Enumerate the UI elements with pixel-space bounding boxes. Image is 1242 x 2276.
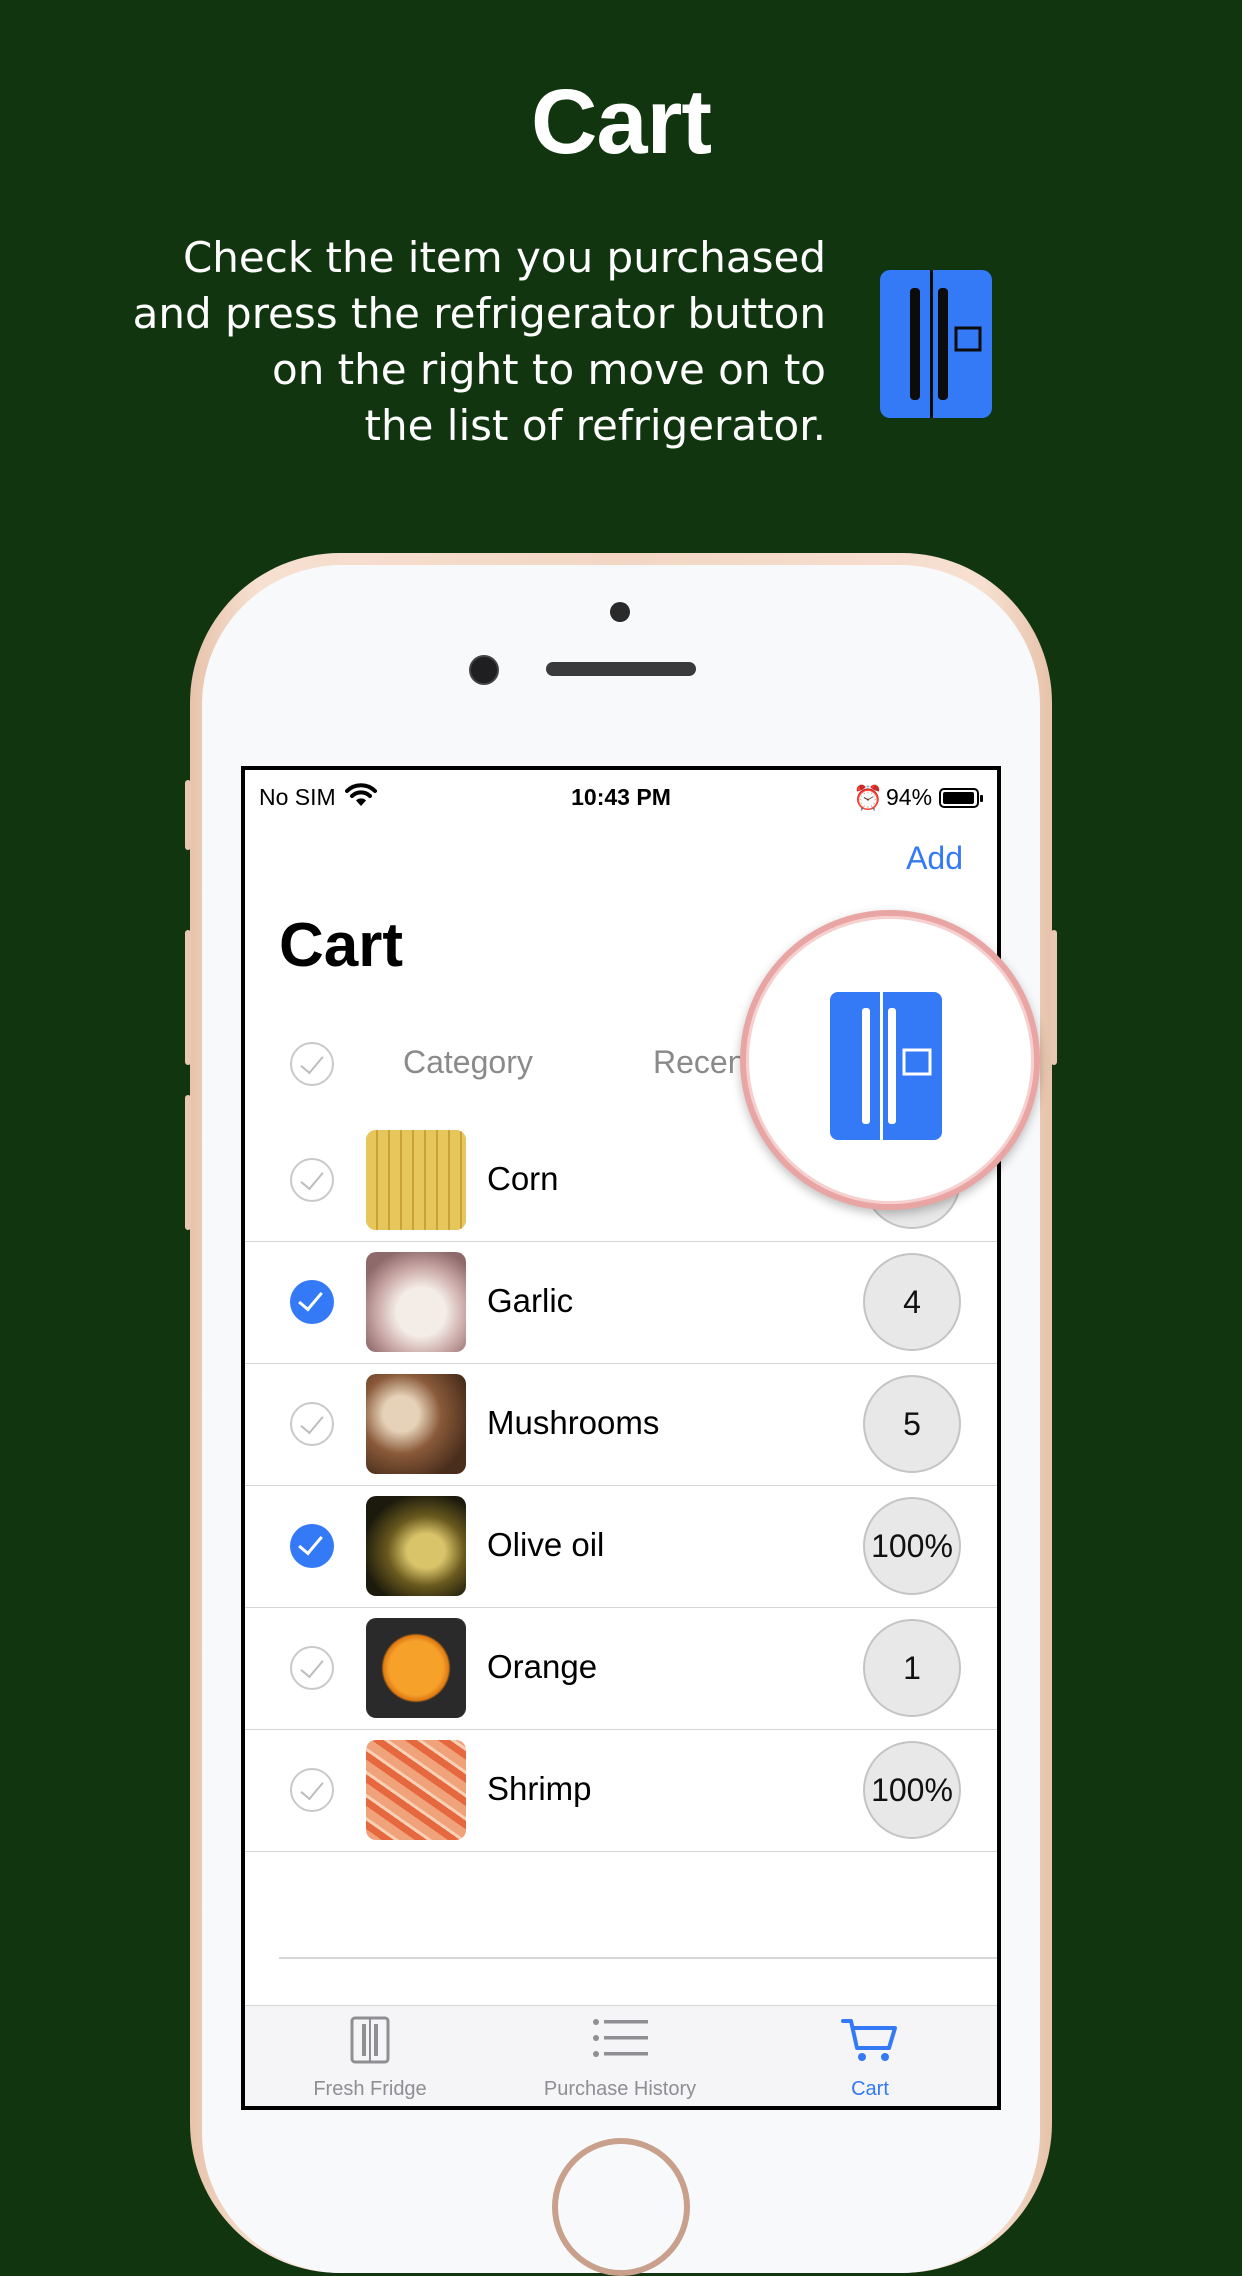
promo-description-line: Check the item you purchased xyxy=(182,233,826,282)
item-checkbox[interactable] xyxy=(290,1646,334,1690)
tab-label: Cart xyxy=(851,2078,889,2100)
list-icon xyxy=(593,2019,648,2057)
front-camera xyxy=(469,655,499,685)
olive-oil-thumbnail xyxy=(366,1496,466,1596)
refrigerator-button-magnifier[interactable] xyxy=(740,910,1040,1210)
item-checkbox[interactable] xyxy=(290,1768,334,1812)
clock: 10:43 PM xyxy=(571,784,671,810)
refrigerator-icon xyxy=(830,992,942,1140)
status-bar: No SIM 10:43 PM ⏰ 94% xyxy=(245,782,997,818)
promo-description-line: the list of refrigerator. xyxy=(364,401,827,450)
quantity-badge[interactable]: 100% xyxy=(863,1741,961,1839)
tab-purchase-history[interactable]: Purchase History xyxy=(495,2006,745,2106)
promo-description: Check the item you purchased and press t… xyxy=(66,230,826,454)
mute-switch xyxy=(185,780,191,850)
tab-cart[interactable]: Cart xyxy=(745,2006,995,2106)
quantity-badge[interactable]: 100% xyxy=(863,1497,961,1595)
item-checkbox[interactable] xyxy=(290,1402,334,1446)
volume-up-button xyxy=(185,930,191,1065)
cart-list: Corn Garlic 4 Mushrooms 5 Olive oil 100%… xyxy=(245,1120,997,1852)
power-button xyxy=(1051,930,1057,1065)
mushrooms-thumbnail xyxy=(366,1374,466,1474)
home-button[interactable] xyxy=(552,2138,690,2276)
fridge-icon xyxy=(350,2016,390,2064)
list-item[interactable]: Shrimp 100% xyxy=(245,1730,997,1852)
tab-bar: Fresh Fridge Purchase History Cart xyxy=(245,2005,997,2106)
earpiece-speaker xyxy=(546,662,696,676)
corn-thumbnail xyxy=(366,1130,466,1230)
item-name: Shrimp xyxy=(487,1770,592,1807)
list-item[interactable]: Mushrooms 5 xyxy=(245,1364,997,1486)
alarm-icon: ⏰ xyxy=(853,785,883,812)
promo-description-line: on the right to move on to xyxy=(272,345,826,394)
item-name: Mushrooms xyxy=(487,1404,660,1441)
quantity-badge[interactable]: 5 xyxy=(863,1375,961,1473)
list-item[interactable]: Orange 1 xyxy=(245,1608,997,1730)
item-checkbox[interactable] xyxy=(290,1280,334,1324)
select-all-checkbox[interactable] xyxy=(290,1042,334,1086)
sort-category[interactable]: Category xyxy=(403,1044,533,1081)
cart-icon xyxy=(841,2019,897,2061)
battery-percentage: 94% xyxy=(886,784,933,810)
item-checkbox[interactable] xyxy=(290,1158,334,1202)
tab-label: Purchase History xyxy=(543,2078,697,2100)
list-item[interactable]: Olive oil 100% xyxy=(245,1486,997,1608)
promo-description-line: and press the refrigerator button xyxy=(132,289,826,338)
page-title: Cart xyxy=(279,911,404,980)
list-item[interactable]: Garlic 4 xyxy=(245,1242,997,1364)
sort-recent[interactable]: Recen xyxy=(653,1044,746,1081)
tab-fresh-fridge[interactable]: Fresh Fridge xyxy=(245,2006,495,2106)
tab-label: Fresh Fridge xyxy=(313,2078,427,2100)
promo-headline: Cart xyxy=(530,71,712,173)
volume-down-button xyxy=(185,1095,191,1230)
item-name: Corn xyxy=(487,1160,559,1197)
quantity-badge[interactable]: 4 xyxy=(863,1253,961,1351)
quantity-badge[interactable]: 1 xyxy=(863,1619,961,1717)
item-checkbox[interactable] xyxy=(290,1524,334,1568)
garlic-thumbnail xyxy=(366,1252,466,1352)
item-name: Garlic xyxy=(487,1282,574,1319)
shrimp-thumbnail xyxy=(366,1740,466,1840)
proximity-sensor xyxy=(610,602,630,622)
divider xyxy=(279,1957,997,1959)
refrigerator-icon xyxy=(880,270,992,418)
item-name: Olive oil xyxy=(487,1526,605,1563)
orange-thumbnail xyxy=(366,1618,466,1718)
battery-icon xyxy=(939,788,983,808)
add-button[interactable]: Add xyxy=(906,840,963,877)
item-name: Orange xyxy=(487,1648,598,1685)
